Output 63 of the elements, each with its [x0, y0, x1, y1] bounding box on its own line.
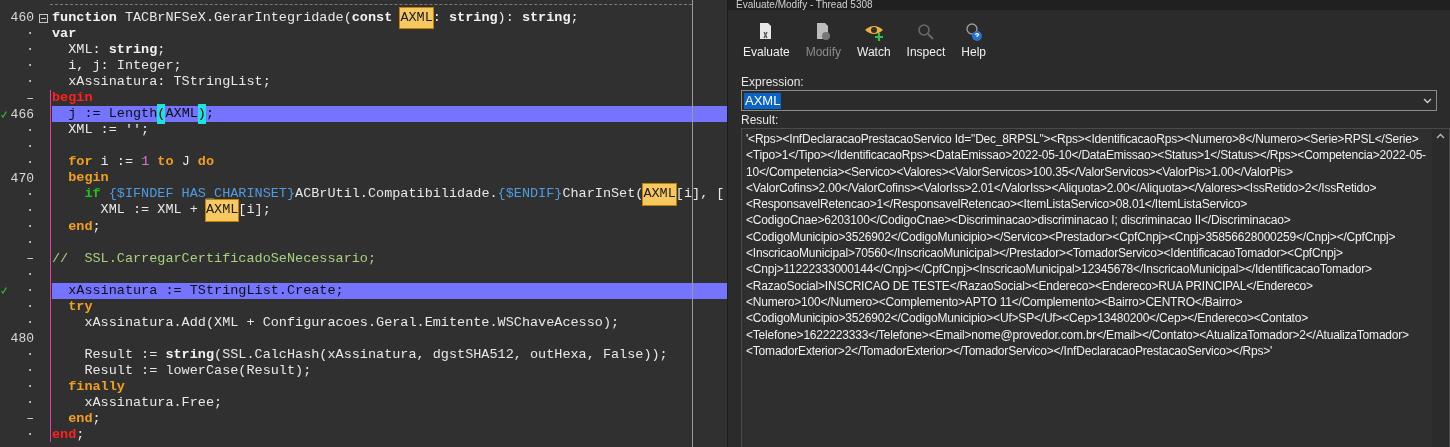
- toolbar-button[interactable]: Watch: [854, 22, 894, 70]
- code-line: XML := XML + AXML[i];: [52, 202, 727, 219]
- line-number: ·: [26, 25, 34, 44]
- code-line: function TACBrNFSeX.GerarIntegridade(const AXML: string): string;: [52, 10, 727, 27]
- line-number: ·: [26, 121, 34, 140]
- code-line: finally: [67, 379, 126, 396]
- code-line: try: [67, 298, 94, 315]
- magnifier-icon: [915, 22, 936, 42]
- line-number: –: [26, 89, 34, 108]
- code-line: xAssinatura.Free;: [83, 395, 224, 412]
- code-line: xAssinatura: TStringList;: [67, 74, 272, 91]
- line-number: ·: [26, 57, 34, 76]
- line-number: ·: [26, 137, 34, 156]
- line-number: ·: [26, 394, 34, 413]
- line-number: 470: [10, 169, 34, 188]
- line-number: ·: [26, 185, 34, 204]
- code-line: XML: string;: [67, 42, 167, 59]
- code-line: for i := 1 to J do: [67, 154, 216, 171]
- line-number: ·: [26, 282, 34, 301]
- line-number: –: [26, 410, 34, 429]
- line-number: ·: [26, 346, 34, 365]
- line-number: –: [26, 249, 34, 268]
- expression-label: Expression:: [741, 74, 805, 90]
- code-line: end;: [67, 411, 102, 428]
- line-number: ·: [26, 298, 34, 317]
- window-title: Evaluate/Modify - Thread 5308: [736, 0, 873, 10]
- result-text: '<Rps><InfDeclaracaoPrestacaoServico Id="Dec_8RPSL"><Rps><IdentificacaoRps><Numero>8</Numero><Serie>RPSL</Serie><Tipo>1</Tipo></IdentificacaoRps><DataEmissao>2022-05-10</DataEmissao><Status>1</Status></Rps><Competencia>2022-05-10</Competencia><Servico><Valores><ValorServicos>100.35</ValorServicos><ValorPis>1.00</ValorPis><ValorCofins>2.00</ValorCofins><ValorIss>2.01</ValorIss><Aliquota>2.00</Aliquota></Valores><IssRetido>2</IssRetido><ResponsavelRetencao>1</ResponsavelRetencao><ItemListaServico>08.01</ItemListaServico><CodigoCnae>6203100</CodigoCnae><Discriminacao>discriminacao I; discriminacao II</Discriminacao><CodigoMunicipio>3526902</CodigoMunicipio></Servico><Prestador><CpfCnpj><Cnpj>35856628000259</Cnpj></CpfCnpj><InscricaoMunicipal>70560</InscricaoMunicipal></Prestador><TomadorServico><IdentificacaoTomador><CpfCnpj><Cnpj>11222333000144</Cnpj></CpfCnpj><InscricaoMunicipal>12345678</InscricaoMunicipal></IdentificacaoTomador><RazaoSocial>INSCRICAO DE TESTE</RazaoSocial><Endereco><Endereco>RUA PRINCIPAL</Endereco><Numero>100</Numero><Complemento>APTO 11</Complemento><Bairro>CENTRO</Bairro><CodigoMunicipio>3526902</CodigoMunicipio><Uf>SP</Uf><Cep>13480200</Cep></Endereco><Contato><Telefone>1622223333</Telefone><Email>nome@provedor.com.br</Email></Contato><AtualizaTomador>2</AtualizaTomador><TomadorExterior>2</TomadorExterior></TomadorServico></InfDeclaracaoPrestacaoServico></Rps>': [745, 131, 1427, 360]
- help-icon: [963, 22, 984, 42]
- code-line: var: [52, 26, 78, 43]
- line-number: ·: [26, 426, 34, 445]
- expression-value: AXML: [744, 92, 782, 109]
- code-line: end;: [67, 218, 102, 235]
- vertical-scrollbar[interactable]: [1432, 129, 1449, 447]
- chevron-down-icon: [1423, 97, 1432, 104]
- line-number: ·: [26, 362, 34, 381]
- chevron-up-icon: [1436, 133, 1445, 139]
- line-number: 460: [10, 9, 34, 28]
- line-number: ·: [26, 266, 34, 284]
- line-number: 466: [10, 105, 34, 124]
- code-line: Result := lowerCase(Result);: [83, 363, 313, 380]
- line-number: ·: [26, 233, 34, 252]
- code-line: begin: [67, 170, 110, 187]
- line-number: ·: [26, 378, 34, 397]
- line-number: 480: [10, 330, 34, 349]
- toolbar-button[interactable]: Help: [958, 22, 989, 70]
- toolbar-button[interactable]: Inspect: [903, 22, 949, 70]
- code-line: xAssinatura.Add(XML + Configuracoes.Geral.Emitente.WSChaveAcesso);: [83, 314, 621, 331]
- code-line: Result := string(SSL.CalcHash(xAssinatura, dgstSHA512, outHexa, False));: [83, 347, 669, 364]
- line-number: ·: [26, 217, 34, 236]
- line-number: ·: [26, 73, 34, 92]
- code-line: i, j: Integer;: [67, 58, 183, 75]
- code-line: begin: [52, 90, 94, 107]
- code-line: end;: [52, 427, 86, 444]
- line-number: ·: [26, 314, 34, 333]
- code-line: // SSL.CarregarCertificadoSeNecessario;: [52, 250, 378, 267]
- expression-combobox[interactable]: AXML: [741, 90, 1437, 111]
- toolbar-button[interactable]: Evaluate: [740, 22, 793, 70]
- collapse-icon[interactable]: [39, 13, 48, 23]
- line-number: ·: [26, 201, 34, 220]
- code-line: XML := '';: [67, 122, 151, 139]
- line-number: ·: [26, 41, 34, 60]
- result-label: Result:: [741, 112, 780, 128]
- line-number: ·: [26, 153, 34, 172]
